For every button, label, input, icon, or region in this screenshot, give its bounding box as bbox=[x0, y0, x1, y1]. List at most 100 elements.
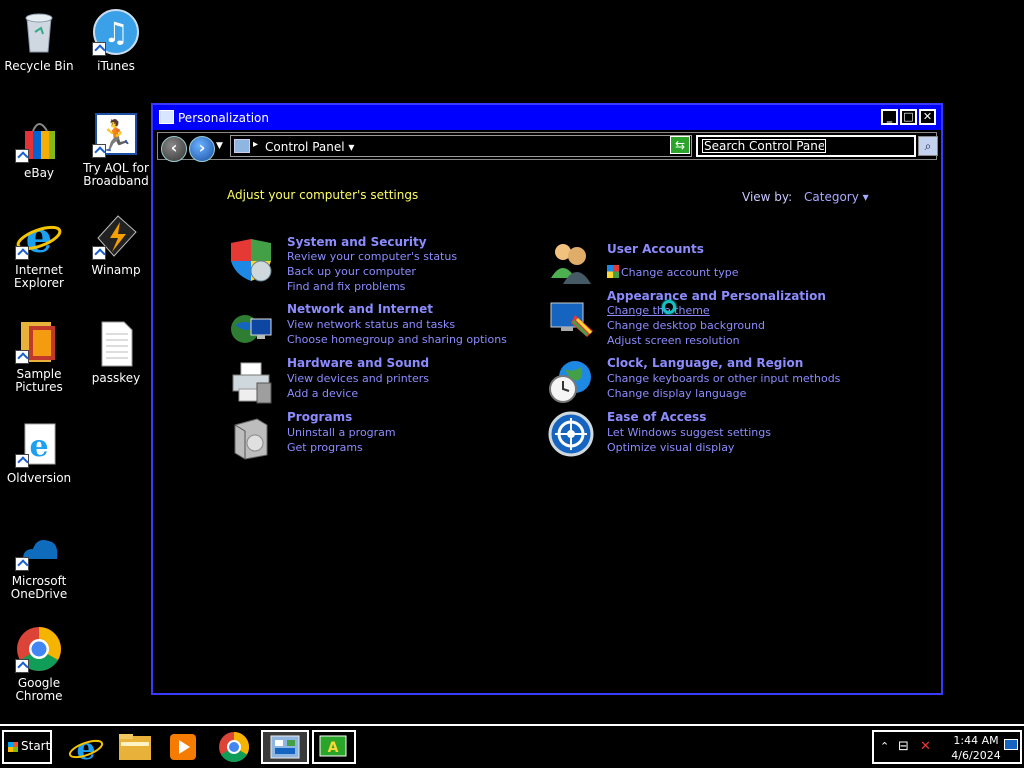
category-title-programs[interactable]: Programs bbox=[287, 410, 352, 424]
desktop-icon-passkey[interactable]: passkey bbox=[77, 320, 155, 385]
media-player-icon bbox=[170, 734, 196, 760]
link-desktop-background[interactable]: Change desktop background bbox=[607, 319, 765, 332]
desktop-icon-label: iTunes bbox=[97, 59, 135, 73]
link-uninstall[interactable]: Uninstall a program bbox=[287, 426, 396, 439]
category-title-hardware-sound[interactable]: Hardware and Sound bbox=[287, 356, 429, 370]
taskbar-google-chrome[interactable] bbox=[212, 730, 256, 764]
recent-pages-chevron-icon[interactable]: ▼ bbox=[216, 141, 223, 151]
desktop-icon-itunes[interactable]: ♫ iTunes bbox=[77, 8, 155, 73]
taskbar-internet-explorer[interactable]: e bbox=[64, 730, 108, 767]
link-review-status[interactable]: Review your computer's status bbox=[287, 250, 457, 263]
link-devices-printers[interactable]: View devices and printers bbox=[287, 372, 429, 385]
ease-of-access-icon[interactable] bbox=[547, 410, 595, 458]
link-add-device[interactable]: Add a device bbox=[287, 387, 358, 400]
desktop-icon-oldversion[interactable]: e Oldversion bbox=[0, 420, 78, 485]
link-homegroup[interactable]: Choose homegroup and sharing options bbox=[287, 333, 507, 346]
desktop-icon-aol[interactable]: 🏃 Try AOL for Broadband bbox=[77, 110, 155, 188]
internet-explorer-page-icon: e bbox=[15, 420, 63, 468]
desktop-icon-label: Recycle Bin bbox=[4, 59, 74, 73]
chrome-icon bbox=[15, 625, 63, 673]
link-get-programs[interactable]: Get programs bbox=[287, 441, 363, 454]
appearance-monitor-icon[interactable] bbox=[547, 295, 595, 343]
desktop-icon-google-chrome[interactable]: Google Chrome bbox=[0, 625, 78, 703]
volume-muted-icon[interactable]: ✕ bbox=[920, 739, 931, 754]
maximize-button[interactable]: □ bbox=[900, 109, 917, 125]
link-optimize-visual[interactable]: Optimize visual display bbox=[607, 441, 734, 454]
link-label: Change account type bbox=[621, 266, 739, 279]
uac-shield-icon bbox=[607, 265, 619, 278]
link-find-fix[interactable]: Find and fix problems bbox=[287, 280, 405, 293]
start-label: Start bbox=[21, 739, 51, 753]
desktop-icon-label: Oldversion bbox=[6, 471, 72, 485]
system-tray: ⌃ ⊟ ✕ 1:44 AM 4/6/2024 bbox=[872, 730, 1022, 764]
start-button[interactable]: Start bbox=[2, 730, 52, 764]
category-title-user-accounts[interactable]: User Accounts bbox=[607, 242, 704, 256]
network-icon[interactable]: ⊟ bbox=[898, 739, 909, 754]
desktop: Recycle Bin eBay e Internet Explorer Sam… bbox=[0, 0, 1024, 724]
link-display-language[interactable]: Change display language bbox=[607, 387, 746, 400]
title-bar[interactable]: Personalization _ □ ✕ bbox=[153, 105, 941, 130]
users-icon[interactable] bbox=[547, 238, 595, 286]
desktop-icon-recycle-bin[interactable]: Recycle Bin bbox=[0, 8, 78, 73]
category-title-network-internet[interactable]: Network and Internet bbox=[287, 302, 433, 316]
clock-globe-icon[interactable] bbox=[547, 357, 595, 405]
search-box[interactable] bbox=[696, 135, 916, 157]
link-change-theme[interactable]: Change the theme bbox=[607, 304, 710, 317]
chevron-right-icon[interactable]: ▸ bbox=[253, 139, 258, 150]
close-button[interactable]: ✕ bbox=[919, 109, 936, 125]
back-button[interactable]: ‹ bbox=[161, 136, 187, 162]
search-icon[interactable]: ⌕ bbox=[918, 136, 938, 156]
onedrive-cloud-icon bbox=[15, 523, 63, 571]
taskbar-file-explorer[interactable] bbox=[113, 730, 157, 764]
clock-time[interactable]: 1:44 AM bbox=[950, 734, 1002, 747]
programs-box-icon[interactable] bbox=[227, 413, 275, 461]
category-title-clock-language-region[interactable]: Clock, Language, and Region bbox=[607, 356, 803, 370]
navigation-bar: ‹ › ▼ ▸ Control Panel ▾ ▽ ⇆ ⌕ bbox=[157, 132, 938, 162]
desktop-icon-label: passkey bbox=[91, 371, 141, 385]
folder-icon bbox=[119, 734, 151, 760]
address-bar[interactable]: ▸ Control Panel ▾ ▽ bbox=[230, 135, 692, 157]
taskbar-control-panel[interactable] bbox=[261, 730, 309, 764]
desktop-icon-label: Try AOL for Broadband bbox=[83, 161, 149, 188]
link-network-status[interactable]: View network status and tasks bbox=[287, 318, 455, 331]
forward-button[interactable]: › bbox=[189, 136, 215, 162]
show-hidden-icons-chevron-icon[interactable]: ⌃ bbox=[880, 740, 889, 753]
desktop-icon-onedrive[interactable]: Microsoft OneDrive bbox=[0, 523, 78, 601]
svg-text:e: e bbox=[76, 732, 95, 764]
printer-icon[interactable] bbox=[227, 359, 275, 407]
category-title-system-security[interactable]: System and Security bbox=[287, 235, 427, 249]
desktop-icon-winamp[interactable]: Winamp bbox=[77, 212, 155, 277]
desktop-icon-ebay[interactable]: eBay bbox=[0, 115, 78, 180]
breadcrumb[interactable]: Control Panel ▾ bbox=[265, 140, 354, 154]
minimize-button[interactable]: _ bbox=[881, 109, 898, 125]
taskbar-personalization[interactable]: A bbox=[312, 730, 356, 764]
category-title-ease-of-access[interactable]: Ease of Access bbox=[607, 410, 706, 424]
link-windows-suggest[interactable]: Let Windows suggest settings bbox=[607, 426, 771, 439]
network-globe-icon[interactable] bbox=[227, 305, 275, 353]
link-back-up[interactable]: Back up your computer bbox=[287, 265, 416, 278]
clock-date[interactable]: 4/6/2024 bbox=[948, 749, 1004, 762]
link-screen-resolution[interactable]: Adjust screen resolution bbox=[607, 334, 740, 347]
search-input[interactable] bbox=[702, 139, 826, 153]
shortcut-arrow-icon bbox=[15, 659, 29, 673]
view-by-control[interactable]: View by: Category ▾ bbox=[742, 190, 869, 204]
folder-pictures-icon bbox=[15, 316, 63, 364]
link-change-account-type[interactable]: Change account type bbox=[607, 265, 739, 279]
category-title-appearance-personalization[interactable]: Appearance and Personalization bbox=[607, 289, 826, 303]
refresh-button[interactable]: ⇆ bbox=[670, 136, 690, 154]
shortcut-arrow-icon bbox=[15, 454, 29, 468]
view-by-dropdown[interactable]: Category ▾ bbox=[804, 190, 869, 204]
desktop-icon-internet-explorer[interactable]: e Internet Explorer bbox=[0, 212, 78, 290]
desktop-icon-label: eBay bbox=[23, 166, 55, 180]
personalization-icon: A bbox=[319, 735, 347, 757]
shield-icon[interactable] bbox=[227, 237, 275, 285]
view-by-label: View by: bbox=[742, 190, 793, 204]
taskbar-media-player[interactable] bbox=[162, 730, 206, 764]
shortcut-arrow-icon bbox=[92, 42, 106, 56]
desktop-icon-label: Winamp bbox=[91, 263, 141, 277]
desktop-icon-sample-pictures[interactable]: Sample Pictures bbox=[0, 316, 78, 394]
desktop-icon-label: Internet Explorer bbox=[14, 263, 64, 290]
chrome-icon bbox=[219, 732, 250, 763]
notifications-icon[interactable] bbox=[1004, 739, 1018, 750]
link-keyboards-input[interactable]: Change keyboards or other input methods bbox=[607, 372, 840, 385]
